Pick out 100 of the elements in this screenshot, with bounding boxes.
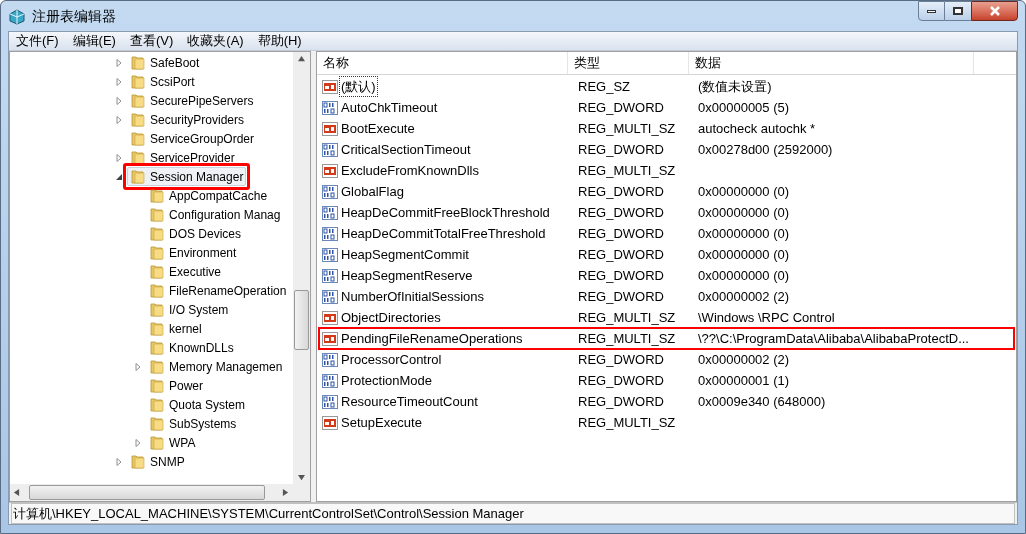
tree-item[interactable]: FileRenameOperation — [146, 281, 290, 300]
folder-icon — [149, 377, 165, 394]
menu-item[interactable]: 收藏夹(A) — [180, 31, 251, 51]
folder-icon — [149, 263, 165, 280]
value-row[interactable]: HeapDeCommitFreeBlockThreshold REG_DWORD 0x00000000 (0) — [322, 202, 1011, 223]
menu-item[interactable]: 帮助(H) — [250, 31, 309, 51]
column-header[interactable]: 名称 — [317, 52, 568, 74]
value-row[interactable]: ProcessorControl REG_DWORD 0x00000002 (2) — [322, 349, 1011, 370]
binary-value-icon — [322, 267, 338, 284]
close-button[interactable] — [971, 1, 1018, 21]
value-data: 0x00000002 (2) — [697, 350, 790, 369]
expand-arrow-icon[interactable] — [114, 95, 124, 106]
scroll-left-icon[interactable] — [13, 489, 20, 496]
tree-item[interactable]: SecurePipeServers — [127, 91, 257, 110]
tree-item[interactable]: I/O System — [146, 300, 232, 319]
maximize-button[interactable] — [945, 1, 971, 21]
tree-item[interactable]: kernel — [146, 319, 205, 338]
value-type: REG_MULTI_SZ — [577, 119, 677, 138]
value-data: 0x0009e340 (648000) — [697, 392, 826, 411]
value-type: REG_MULTI_SZ — [577, 308, 677, 327]
scrollbar-thumb[interactable] — [29, 485, 265, 500]
value-row[interactable]: ObjectDirectories REG_MULTI_SZ \Windows \RPC Control — [322, 307, 1011, 328]
folder-icon — [149, 415, 165, 432]
value-row[interactable]: ExcludeFromKnownDlls REG_MULTI_SZ — [322, 160, 1011, 181]
horizontal-scrollbar[interactable] — [10, 484, 310, 501]
value-data: 0x00000002 (2) — [697, 287, 790, 306]
value-name: CriticalSectionTimeout — [340, 140, 472, 159]
value-name: ProcessorControl — [340, 350, 443, 369]
value-type: REG_DWORD — [577, 182, 665, 201]
folder-icon — [149, 244, 165, 261]
tree-item[interactable]: WPA — [146, 433, 199, 452]
expand-arrow-icon[interactable] — [114, 152, 124, 163]
value-data: 0x00000000 (0) — [697, 266, 790, 285]
window-title: 注册表编辑器 — [32, 6, 116, 26]
tree-item[interactable]: SafeBoot — [127, 53, 203, 72]
column-header[interactable]: 类型 — [568, 52, 689, 74]
tree-item[interactable]: Configuration Manag — [146, 205, 284, 224]
tree-item[interactable]: Power — [146, 376, 206, 395]
vertical-scrollbar[interactable] — [293, 52, 310, 484]
expand-arrow-icon[interactable] — [133, 437, 143, 448]
string-value-icon — [322, 414, 338, 431]
value-row[interactable]: PendingFileRenameOperations REG_MULTI_SZ \??\C:\ProgramData\Alibaba\AlibabaProtectD... — [319, 328, 1014, 349]
value-row[interactable]: HeapSegmentCommit REG_DWORD 0x00000000 (0) — [322, 244, 1011, 265]
value-row[interactable]: HeapDeCommitTotalFreeThreshold REG_DWORD 0x00000000 (0) — [322, 223, 1011, 244]
folder-icon — [149, 320, 165, 337]
folder-icon — [130, 92, 146, 109]
string-value-icon — [322, 309, 338, 326]
tree-item[interactable]: SecurityProviders — [127, 110, 248, 129]
value-name: AutoChkTimeout — [340, 98, 439, 117]
tree-item[interactable]: Session Manager — [127, 167, 247, 186]
value-name: NumberOfInitialSessions — [340, 287, 486, 306]
value-row[interactable]: ResourceTimeoutCount REG_DWORD 0x0009e340 (648000) — [322, 391, 1011, 412]
value-row[interactable]: (默认) REG_SZ (数值未设置) — [322, 76, 1011, 97]
value-data: 0x00000000 (0) — [697, 203, 790, 222]
value-type: REG_DWORD — [577, 350, 665, 369]
tree-item[interactable]: ServiceGroupOrder — [127, 129, 258, 148]
value-type: REG_MULTI_SZ — [577, 413, 677, 432]
value-data: autocheck autochk * — [697, 119, 816, 138]
tree-item[interactable]: ServiceProvider — [127, 148, 238, 167]
tree-item[interactable]: AppCompatCache — [146, 186, 271, 205]
binary-value-icon — [322, 204, 338, 221]
tree-item[interactable]: Environment — [146, 243, 240, 262]
registry-app-icon — [8, 7, 26, 25]
column-header[interactable]: 数据 — [689, 52, 974, 74]
menu-item[interactable]: 编辑(E) — [65, 31, 123, 51]
menu-item[interactable]: 查看(V) — [122, 31, 181, 51]
tree-item[interactable]: SubSystems — [146, 414, 240, 433]
expand-arrow-icon[interactable] — [114, 57, 124, 68]
tree-item[interactable]: Memory Managemen — [146, 357, 286, 376]
tree-item[interactable]: SNMP — [127, 452, 188, 471]
value-type: REG_DWORD — [577, 266, 665, 285]
expand-arrow-icon[interactable] — [114, 76, 124, 87]
value-row[interactable]: BootExecute REG_MULTI_SZ autocheck autochk * — [322, 118, 1011, 139]
tree-item[interactable]: KnownDLLs — [146, 338, 237, 357]
scrollbar-thumb[interactable] — [294, 290, 309, 350]
value-row[interactable]: HeapSegmentReserve REG_DWORD 0x00000000 (0) — [322, 265, 1011, 286]
value-row[interactable]: CriticalSectionTimeout REG_DWORD 0x00278d00 (2592000) — [322, 139, 1011, 160]
value-row[interactable]: GlobalFlag REG_DWORD 0x00000000 (0) — [322, 181, 1011, 202]
scroll-up-icon[interactable] — [298, 55, 305, 62]
expand-arrow-icon[interactable] — [114, 456, 124, 467]
value-name: HeapDeCommitTotalFreeThreshold — [340, 224, 547, 243]
menu-item[interactable]: 文件(F) — [9, 31, 66, 51]
value-name: SetupExecute — [340, 413, 423, 432]
scroll-down-icon[interactable] — [298, 474, 305, 481]
folder-icon — [149, 339, 165, 356]
folder-icon — [149, 225, 165, 242]
value-row[interactable]: NumberOfInitialSessions REG_DWORD 0x00000002 (2) — [322, 286, 1011, 307]
binary-value-icon — [322, 141, 338, 158]
expand-arrow-icon[interactable] — [133, 361, 143, 372]
value-row[interactable]: ProtectionMode REG_DWORD 0x00000001 (1) — [322, 370, 1011, 391]
minimize-button[interactable] — [918, 1, 945, 21]
tree-item[interactable]: ScsiPort — [127, 72, 198, 91]
expand-arrow-icon[interactable] — [114, 114, 124, 125]
tree-item[interactable]: Executive — [146, 262, 225, 281]
folder-icon — [149, 301, 165, 318]
value-row[interactable]: SetupExecute REG_MULTI_SZ — [322, 412, 1011, 433]
tree-item[interactable]: Quota System — [146, 395, 249, 414]
tree-item[interactable]: DOS Devices — [146, 224, 245, 243]
value-row[interactable]: AutoChkTimeout REG_DWORD 0x00000005 (5) — [322, 97, 1011, 118]
scroll-right-icon[interactable] — [282, 489, 289, 496]
